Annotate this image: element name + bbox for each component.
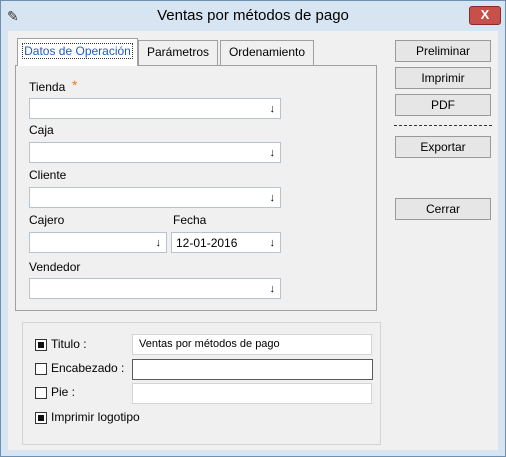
tab-datos-de-operacion[interactable]: Datos de Operación (17, 38, 138, 66)
close-button[interactable]: X (469, 6, 501, 25)
dropdown-arrow-icon[interactable]: ↓ (270, 102, 276, 116)
dropdown-arrow-icon[interactable]: ↓ (270, 282, 276, 296)
title-bar[interactable]: ✎ Ventas por métodos de pago X (1, 1, 505, 31)
tab-ordenamiento[interactable]: Ordenamiento (220, 40, 314, 65)
pie-checkbox[interactable] (35, 387, 47, 399)
pie-label: Pie : (51, 385, 76, 399)
cliente-label: Cliente (29, 168, 67, 182)
tab-panel-datos-de-operacion: Tienda * ↓ Caja ↓ Cliente ↓ Cajero ↓ Fec… (15, 65, 377, 311)
report-window: ✎ Ventas por métodos de pago X Datos de … (0, 0, 506, 457)
button-separator (394, 125, 492, 126)
caja-select[interactable]: ↓ (29, 142, 281, 163)
titulo-input[interactable]: Ventas por métodos de pago (132, 334, 372, 355)
caja-label: Caja (29, 123, 54, 137)
vendedor-label: Vendedor (29, 260, 81, 274)
preliminar-button[interactable]: Preliminar (395, 40, 491, 62)
window-title: Ventas por métodos de pago (157, 7, 349, 24)
pdf-button[interactable]: PDF (395, 94, 491, 116)
titulo-checkbox[interactable] (35, 339, 47, 351)
fecha-picker[interactable]: 12-01-2016 ↓ (171, 232, 281, 253)
tab-parametros[interactable]: Parámetros (138, 40, 218, 65)
tab-label: Datos de Operación (22, 43, 133, 59)
encabezado-input[interactable] (132, 359, 373, 380)
cliente-select[interactable]: ↓ (29, 187, 281, 208)
imprimir-button[interactable]: Imprimir (395, 67, 491, 89)
cajero-label: Cajero (29, 213, 65, 227)
dropdown-arrow-icon[interactable]: ↓ (270, 191, 276, 205)
vendedor-select[interactable]: ↓ (29, 278, 281, 299)
tienda-label: Tienda (29, 80, 66, 94)
dropdown-arrow-icon[interactable]: ↓ (156, 236, 162, 250)
titulo-value: Ventas por métodos de pago (139, 338, 280, 350)
exportar-button[interactable]: Exportar (395, 136, 491, 158)
encabezado-checkbox[interactable] (35, 363, 47, 375)
dropdown-arrow-icon[interactable]: ↓ (270, 146, 276, 160)
tab-label: Ordenamiento (228, 45, 306, 59)
tab-label: Parámetros (146, 45, 210, 59)
fecha-label: Fecha (173, 213, 207, 227)
fecha-value: 12-01-2016 (176, 236, 238, 250)
tienda-select[interactable]: ↓ (29, 98, 281, 119)
required-mark: * (72, 77, 78, 93)
encabezado-label: Encabezado : (51, 361, 125, 375)
client-area: Datos de Operación Parámetros Ordenamien… (8, 31, 498, 450)
report-options-group: Titulo : Ventas por métodos de pago Enca… (22, 322, 381, 445)
pie-input[interactable] (132, 383, 372, 404)
imprimir-logotipo-label: Imprimir logotipo (51, 410, 140, 424)
cajero-select[interactable]: ↓ (29, 232, 167, 253)
dropdown-arrow-icon[interactable]: ↓ (270, 236, 276, 250)
titulo-label: Titulo : (51, 337, 87, 351)
imprimir-logotipo-checkbox[interactable] (35, 412, 47, 424)
cerrar-button[interactable]: Cerrar (395, 198, 491, 220)
